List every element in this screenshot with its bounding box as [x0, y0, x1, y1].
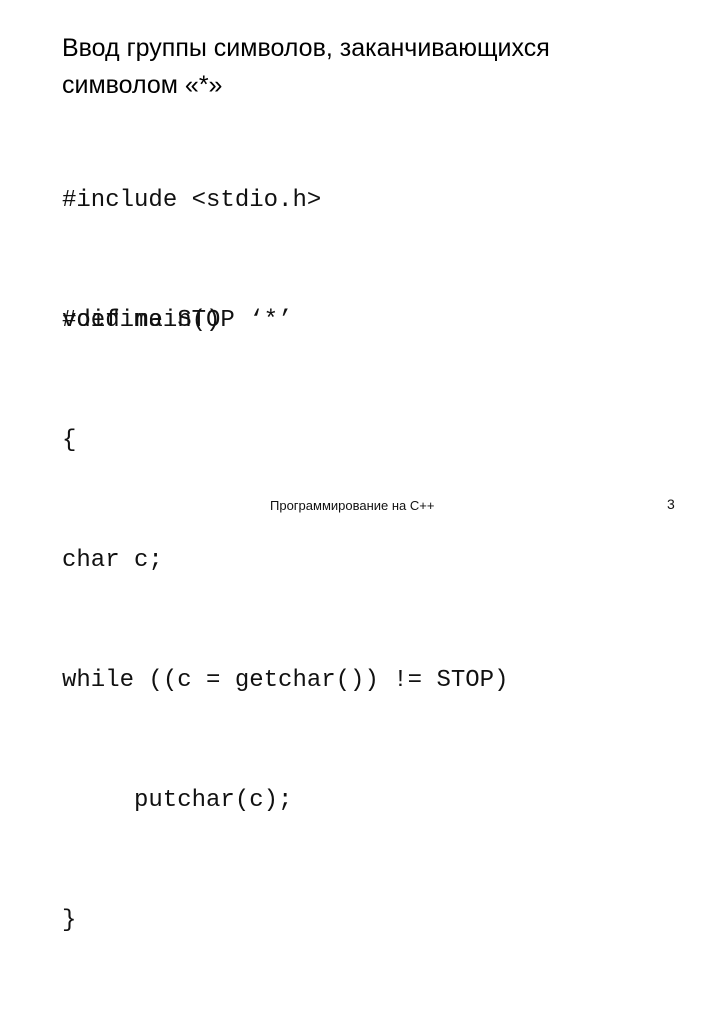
slide: Ввод группы символов, заканчивающихся си… — [0, 0, 720, 934]
title-line-1: Ввод группы символов, заканчивающихся — [62, 34, 550, 62]
code-line: void main() — [62, 307, 221, 334]
code-line-include: #include <stdio.h> — [62, 187, 322, 214]
slide-footer: Программирование на C++ — [270, 498, 435, 513]
slide-title: Ввод группы символов, заканчивающихся си… — [62, 30, 662, 104]
code-block: void main() { char c; while ((c = getcha… — [62, 221, 508, 1021]
title-line-2: символом «*» — [62, 71, 223, 99]
code-line: putchar(c); — [134, 787, 293, 814]
code-line: } — [62, 907, 77, 934]
code-line: char c; — [62, 547, 163, 574]
page-number: 3 — [667, 496, 675, 512]
code-line: while ((c = getchar()) != STOP) — [62, 667, 509, 694]
code-line: { — [62, 427, 77, 454]
